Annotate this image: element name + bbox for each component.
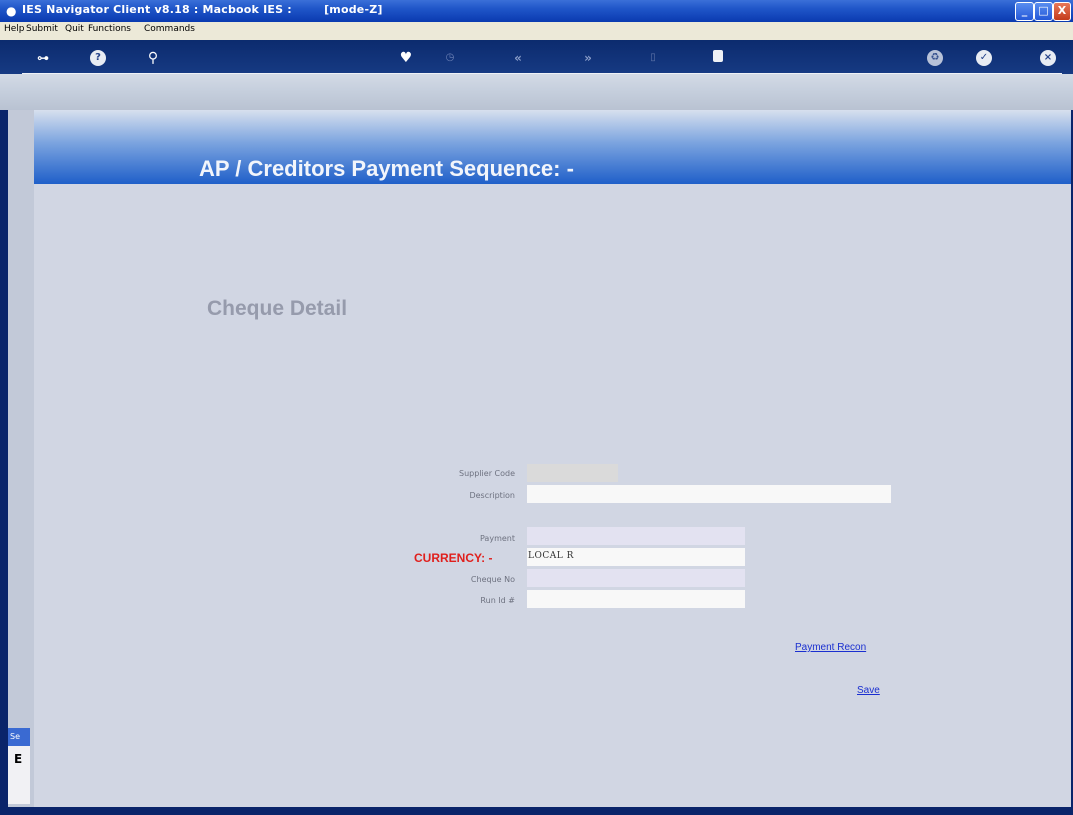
help-icon[interactable]: ? — [90, 50, 106, 66]
menu-commands[interactable]: Commands — [144, 24, 195, 34]
close-window-button[interactable]: X — [1053, 2, 1071, 21]
search-icon[interactable]: ⚲ — [145, 50, 161, 66]
back-icon[interactable]: « — [510, 50, 526, 66]
key-icon[interactable]: ⊶ — [30, 50, 56, 66]
document-icon[interactable]: ▯ — [645, 50, 661, 66]
supplier-code-label: Supplier Code — [459, 469, 515, 478]
title-bar[interactable]: ● IES Navigator Client v8.18 : Macbook I… — [0, 0, 1073, 22]
recycle-icon[interactable]: ♻ — [927, 50, 943, 66]
run-id-field[interactable] — [527, 590, 745, 608]
application-window: ● IES Navigator Client v8.18 : Macbook I… — [0, 0, 1073, 815]
check-icon[interactable]: ✓ — [976, 50, 992, 66]
currency-value: LOCAL R — [528, 551, 574, 561]
supplier-code-field[interactable] — [527, 464, 618, 482]
side-char: E — [14, 752, 23, 766]
description-field[interactable] — [527, 485, 891, 503]
cheque-no-label: Cheque No — [470, 575, 515, 584]
minimize-button[interactable]: _ — [1015, 2, 1034, 21]
menu-help[interactable]: Help — [4, 24, 25, 34]
main-panel — [8, 110, 1071, 807]
description-label: Description — [469, 491, 515, 500]
side-tab[interactable]: Se — [8, 728, 30, 746]
menu-quit[interactable]: Quit — [65, 24, 84, 34]
payment-field[interactable] — [527, 527, 745, 545]
stop-icon[interactable] — [713, 50, 723, 62]
maximize-button[interactable]: □ — [1034, 2, 1053, 21]
close-icon[interactable]: × — [1040, 50, 1056, 66]
currency-label: CURRENCY: - — [414, 551, 493, 565]
left-strip — [8, 110, 34, 807]
section-title: Cheque Detail — [207, 297, 348, 320]
menu-functions[interactable]: Functions — [88, 24, 131, 34]
clock-icon[interactable]: ◷ — [442, 50, 458, 66]
save-link[interactable]: Save — [857, 685, 880, 696]
page-title: AP / Creditors Payment Sequence: - — [199, 156, 574, 181]
run-id-label: Run Id # — [480, 596, 515, 605]
payment-recon-link[interactable]: Payment Recon — [795, 642, 866, 653]
window-title: IES Navigator Client v8.18 : Macbook IES… — [22, 3, 383, 16]
forward-icon[interactable]: » — [580, 50, 596, 66]
menu-submit[interactable]: Submit — [26, 24, 58, 34]
menu-bar: Help Submit Quit Functions Commands — [0, 22, 1073, 40]
toolbar: ⊶ ? ⚲ ♥ ◷ « » ▯ ♻ ✓ × — [0, 40, 1073, 110]
heart-icon[interactable]: ♥ — [398, 50, 414, 66]
app-icon: ● — [6, 4, 17, 18]
payment-label: Payment — [479, 534, 515, 543]
cheque-no-field[interactable] — [527, 569, 745, 587]
